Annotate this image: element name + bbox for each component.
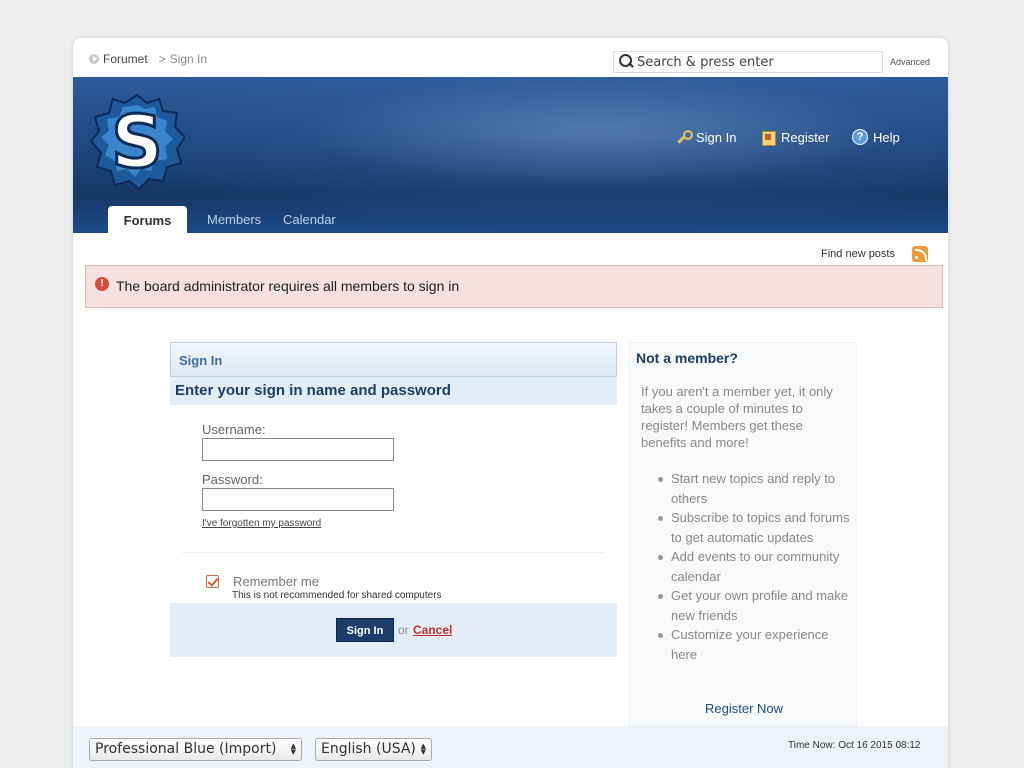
not-a-member-intro: If you aren't a member yet, it only take… [641,384,833,450]
forgot-password-link[interactable]: I've forgotten my password [202,518,321,529]
breadcrumb-home-link[interactable]: Forumet [103,52,148,66]
header-help-link[interactable]: ? Help [852,129,900,145]
page-footer: Professional Blue (Import) ▲ ▼ English (U… [73,726,948,768]
language-select[interactable]: English (USA) ▲ ▼ [315,738,432,761]
register-now-link[interactable]: Register Now [630,701,858,716]
signin-panel-subtitle: Enter your sign in name and password [170,377,617,405]
remember-me-note: This is not recommended for shared compu… [232,590,442,601]
language-select-value: English (USA) [321,741,416,757]
skin-select[interactable]: Professional Blue (Import) ▲ ▼ [89,738,302,761]
signin-required-alert: ! The board administrator requires all m… [85,265,943,308]
help-icon: ? [852,129,868,145]
advanced-search-link[interactable]: Advanced [890,57,930,67]
rss-icon[interactable] [912,246,928,262]
benefit-item: Get your own profile and make new friend… [655,586,850,625]
benefit-item: Add events to our community calendar [655,547,850,586]
benefit-item: Start new topics and reply to others [655,469,850,508]
form-divider [182,552,604,553]
password-field[interactable] [202,488,394,511]
remember-me-checkbox[interactable] [206,575,219,588]
header-register-label: Register [781,129,830,145]
main-tabs: Forums Members Calendar [73,203,948,233]
top-bar: Forumet > Sign In Advanced [73,38,948,77]
header-help-label: Help [873,129,900,145]
search-box[interactable] [613,51,883,73]
signin-submit-button[interactable]: Sign In [336,618,394,642]
password-label: Password: [202,472,263,487]
header-links: Sign In Register ? Help [73,129,948,149]
or-text: or [398,623,409,637]
home-arrow-icon [89,54,99,64]
search-icon [617,53,635,71]
benefit-item: Customize your experience here [655,625,850,664]
find-new-posts-link[interactable]: Find new posts [821,248,895,260]
search-input[interactable] [637,54,877,70]
not-a-member-box: Not a member? If you aren't a member yet… [629,342,857,726]
select-arrows-icon: ▲ ▼ [420,742,426,756]
alert-icon: ! [95,277,109,291]
username-field[interactable] [202,438,394,461]
tab-members[interactable]: Members [207,212,261,227]
header-signin-link[interactable]: Sign In [675,129,736,145]
breadcrumb-separator: > [158,52,166,66]
header-signin-label: Sign In [696,129,737,145]
page-wrapper: Forumet > Sign In Advanced S Sign In Reg… [73,38,948,768]
signin-panel: Sign In Enter your sign in name and pass… [170,342,617,657]
breadcrumb-current: Sign In [169,52,208,66]
select-arrows-icon: ▲ ▼ [290,742,296,756]
breadcrumb: Forumet > Sign In [89,52,207,66]
remember-me-label[interactable]: Remember me [233,574,319,589]
tab-forums[interactable]: Forums [108,206,187,233]
benefits-list: Start new topics and reply to others Sub… [655,469,850,664]
key-icon [675,129,693,145]
alert-message: The board administrator requires all mem… [116,278,460,294]
time-now: Time Now: Oct 16 2015 08:12 [788,740,921,751]
register-icon [760,129,776,146]
username-label: Username: [202,422,266,437]
benefit-item: Subscribe to topics and forums to get au… [655,508,850,547]
header-banner: S Sign In Register ? Help Forums Members… [73,77,948,233]
signin-actions: Sign In or Cancel [170,603,617,657]
signin-panel-title: Sign In [170,342,617,377]
tab-calendar[interactable]: Calendar [283,212,336,227]
header-register-link[interactable]: Register [760,129,830,146]
cancel-link[interactable]: Cancel [413,623,452,637]
not-a-member-title: Not a member? [636,350,738,366]
skin-select-value: Professional Blue (Import) [95,741,277,757]
